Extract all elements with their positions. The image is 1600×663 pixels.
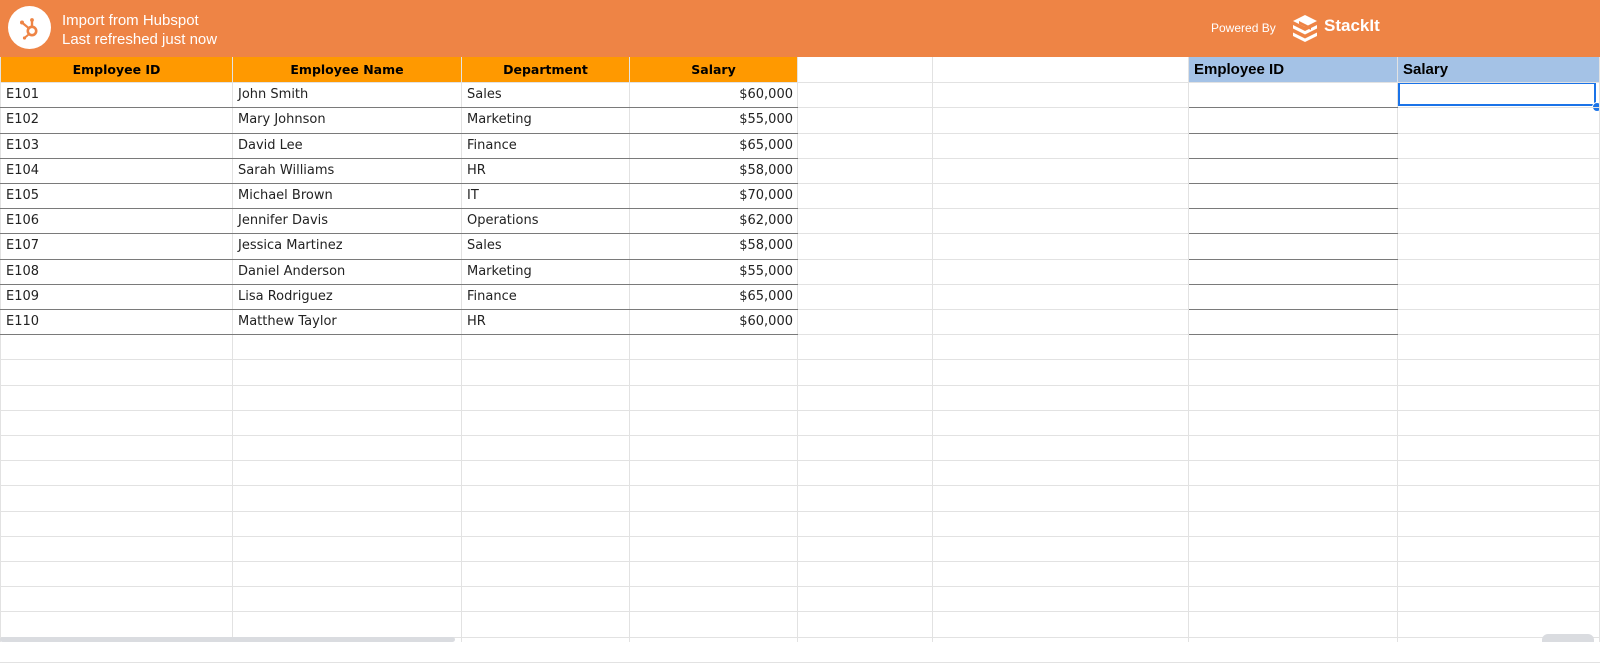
row-salary-cell[interactable]: $55,000 bbox=[630, 259, 798, 284]
row-employee-name-cell[interactable]: Jennifer Davis bbox=[233, 208, 462, 233]
row-gridline bbox=[0, 561, 1600, 562]
hubspot-icon bbox=[8, 6, 51, 49]
row-salary-cell[interactable]: $58,000 bbox=[630, 158, 798, 183]
row-employee-name-cell[interactable]: Jessica Martinez bbox=[233, 233, 462, 258]
banner-refresh-status: Last refreshed just now bbox=[62, 31, 218, 48]
row-employee-name-cell[interactable]: Michael Brown bbox=[233, 183, 462, 208]
header-salary[interactable]: Salary bbox=[630, 57, 798, 82]
row-department-cell[interactable]: Finance bbox=[462, 284, 630, 309]
row-employee-name-cell[interactable]: David Lee bbox=[233, 133, 462, 158]
banner-title-line1: Import from Hubspot bbox=[62, 12, 199, 29]
powered-by-label: Powered By bbox=[1211, 21, 1276, 35]
row-employee-name-cell[interactable]: Matthew Taylor bbox=[233, 309, 462, 334]
lookup-row-border bbox=[1189, 158, 1398, 159]
row-gridline bbox=[0, 410, 1600, 411]
row-salary-cell[interactable]: $70,000 bbox=[630, 183, 798, 208]
lookup-row-border bbox=[1189, 208, 1398, 209]
row-employee-name-cell[interactable]: Daniel Anderson bbox=[233, 259, 462, 284]
row-employee-id-cell[interactable]: E106 bbox=[1, 208, 233, 233]
stackit-icon bbox=[1291, 13, 1319, 43]
row-gridline bbox=[0, 536, 1600, 537]
row-employee-name-cell[interactable]: Mary Johnson bbox=[233, 107, 462, 132]
row-gridline bbox=[0, 485, 1600, 486]
banner-title: Import from Hubspot Last refreshed just … bbox=[62, 11, 217, 49]
row-gridline bbox=[0, 511, 1600, 512]
row-employee-id-cell[interactable]: E107 bbox=[1, 233, 233, 258]
row-department-cell[interactable]: HR bbox=[462, 158, 630, 183]
row-gridline bbox=[0, 611, 1600, 612]
row-salary-cell[interactable]: $55,000 bbox=[630, 107, 798, 132]
row-department-cell[interactable]: Finance bbox=[462, 133, 630, 158]
column-gridline bbox=[932, 57, 933, 642]
row-salary-cell[interactable]: $60,000 bbox=[630, 309, 798, 334]
row-department-cell[interactable]: Sales bbox=[462, 82, 630, 107]
lookup-row-border bbox=[1189, 284, 1398, 285]
row-employee-id-cell[interactable]: E103 bbox=[1, 133, 233, 158]
active-cell-selection[interactable] bbox=[1398, 82, 1596, 106]
header-department[interactable]: Department bbox=[462, 57, 630, 82]
sheet-corner-control[interactable] bbox=[1542, 634, 1594, 642]
lookup-row-border bbox=[1189, 107, 1398, 108]
row-salary-cell[interactable]: $62,000 bbox=[630, 208, 798, 233]
horizontal-scrollbar[interactable] bbox=[0, 637, 455, 642]
lookup-row-border bbox=[1189, 334, 1398, 335]
row-department-cell[interactable]: Marketing bbox=[462, 107, 630, 132]
row-employee-name-cell[interactable]: John Smith bbox=[233, 82, 462, 107]
row-employee-id-cell[interactable]: E104 bbox=[1, 158, 233, 183]
row-salary-cell[interactable]: $65,000 bbox=[630, 284, 798, 309]
row-gridline bbox=[0, 586, 1600, 587]
lookup-row-border bbox=[1189, 309, 1398, 310]
row-gridline bbox=[0, 435, 1600, 436]
lookup-row-border bbox=[1189, 259, 1398, 260]
row-department-cell[interactable]: IT bbox=[462, 183, 630, 208]
row-gridline bbox=[0, 359, 1600, 360]
row-employee-id-cell[interactable]: E105 bbox=[1, 183, 233, 208]
row-employee-name-cell[interactable]: Lisa Rodriguez bbox=[233, 284, 462, 309]
row-gridline bbox=[0, 460, 1600, 461]
column-gridline bbox=[1188, 57, 1189, 642]
row-salary-cell[interactable]: $60,000 bbox=[630, 82, 798, 107]
row-department-cell[interactable]: Sales bbox=[462, 233, 630, 258]
row-employee-id-cell[interactable]: E102 bbox=[1, 107, 233, 132]
lookup-row-border bbox=[1189, 133, 1398, 134]
row-salary-cell[interactable]: $58,000 bbox=[630, 233, 798, 258]
stackit-brand-name: StackIt bbox=[1324, 16, 1380, 35]
row-gridline bbox=[0, 385, 1600, 386]
lookup-row-border bbox=[1189, 233, 1398, 234]
spreadsheet-grid[interactable]: Employee ID Employee Name Department Sal… bbox=[0, 57, 1600, 663]
header-employee-name[interactable]: Employee Name bbox=[233, 57, 462, 82]
row-salary-cell[interactable]: $65,000 bbox=[630, 133, 798, 158]
row-department-cell[interactable]: Operations bbox=[462, 208, 630, 233]
row-employee-id-cell[interactable]: E110 bbox=[1, 309, 233, 334]
row-department-cell[interactable]: HR bbox=[462, 309, 630, 334]
row-employee-id-cell[interactable]: E108 bbox=[1, 259, 233, 284]
row-employee-id-cell[interactable]: E109 bbox=[1, 284, 233, 309]
row-department-cell[interactable]: Marketing bbox=[462, 259, 630, 284]
row-employee-id-cell[interactable]: E101 bbox=[1, 82, 233, 107]
lookup-header-salary[interactable]: Salary bbox=[1398, 57, 1600, 82]
lookup-header-employee-id[interactable]: Employee ID bbox=[1189, 57, 1398, 82]
lookup-row-border bbox=[1189, 183, 1398, 184]
row-employee-name-cell[interactable]: Sarah Williams bbox=[233, 158, 462, 183]
import-banner: Import from Hubspot Last refreshed just … bbox=[0, 0, 1600, 57]
header-employee-id[interactable]: Employee ID bbox=[1, 57, 233, 82]
column-gridline bbox=[1397, 57, 1398, 642]
table-row-border bbox=[0, 334, 798, 335]
